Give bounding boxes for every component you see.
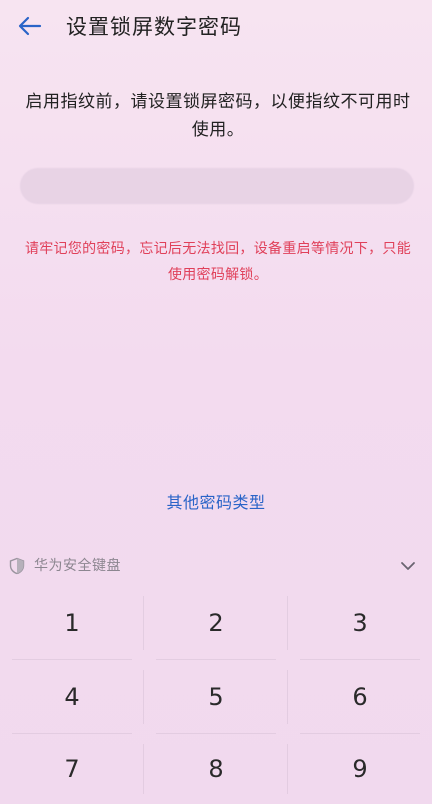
number-pad: 1 2 3 4 5 6 7 8 9 xyxy=(0,586,432,804)
header: 设置锁屏数字密码 xyxy=(0,0,432,54)
arrow-left-icon xyxy=(18,16,42,36)
keyboard-name: 华为安全键盘 xyxy=(34,558,121,574)
other-password-types-link[interactable]: 其他密码类型 xyxy=(0,488,432,518)
lock-screen-password-page: 设置锁屏数字密码 启用指纹前，请设置锁屏密码，以便指纹不可用时使用。 请牢记您的… xyxy=(0,0,432,804)
key-8[interactable]: 8 xyxy=(144,734,288,804)
page-title: 设置锁屏数字密码 xyxy=(66,15,242,39)
password-input-field[interactable] xyxy=(20,168,414,204)
key-9[interactable]: 9 xyxy=(288,734,432,804)
shield-icon xyxy=(9,557,25,575)
key-3[interactable]: 3 xyxy=(288,586,432,660)
key-6[interactable]: 6 xyxy=(288,660,432,734)
key-1[interactable]: 1 xyxy=(0,586,144,660)
key-7[interactable]: 7 xyxy=(0,734,144,804)
instruction-text: 启用指纹前，请设置锁屏密码，以便指纹不可用时使用。 xyxy=(25,92,411,140)
keyboard-header-bar: 华为安全键盘 xyxy=(0,550,432,582)
chevron-down-icon[interactable] xyxy=(398,556,418,576)
key-5[interactable]: 5 xyxy=(144,660,288,734)
back-button[interactable] xyxy=(14,10,46,42)
key-2[interactable]: 2 xyxy=(144,586,288,660)
warning-text: 请牢记您的密码，忘记后无法找回，设备重启等情况下，只能使用密码解锁。 xyxy=(24,241,412,283)
key-4[interactable]: 4 xyxy=(0,660,144,734)
